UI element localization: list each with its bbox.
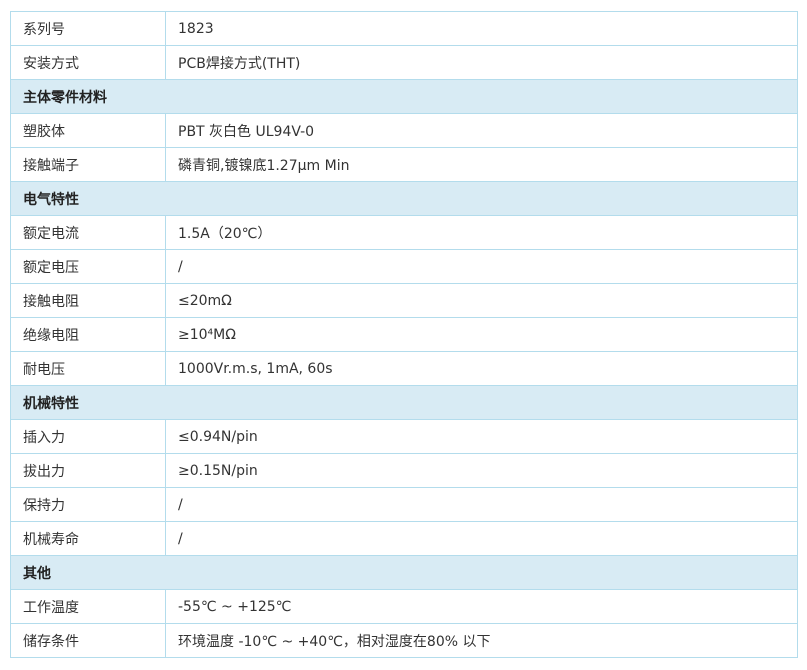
table-row: 接触电阻 ≤20mΩ xyxy=(10,283,798,318)
spec-label: 插入力 xyxy=(10,419,166,454)
spec-table-body: 系列号 1823 安装方式 PCB焊接方式(THT) 主体零件材料 塑胶体 PB… xyxy=(10,11,798,658)
section-title: 主体零件材料 xyxy=(10,79,798,114)
spec-label: 拔出力 xyxy=(10,453,166,488)
table-row: 保持力 / xyxy=(10,487,798,522)
spec-label: 塑胶体 xyxy=(10,113,166,148)
spec-label: 接触电阻 xyxy=(10,283,166,318)
table-row: 接触端子 磷青铜,镀镍底1.27μm Min xyxy=(10,147,798,182)
spec-value: / xyxy=(165,249,798,284)
table-row: 额定电流 1.5A（20℃） xyxy=(10,215,798,250)
section-header-row: 机械特性 xyxy=(10,385,798,420)
spec-value: PCB焊接方式(THT) xyxy=(165,45,798,80)
table-row: 拔出力 ≥0.15N/pin xyxy=(10,453,798,488)
spec-label: 额定电流 xyxy=(10,215,166,250)
spec-value: ≥0.15N/pin xyxy=(165,453,798,488)
section-title: 其他 xyxy=(10,555,798,590)
spec-value: ≥10⁴MΩ xyxy=(165,317,798,352)
spec-value: 1823 xyxy=(165,11,798,46)
spec-value: 1000Vr.m.s, 1mA, 60s xyxy=(165,351,798,386)
section-header-row: 其他 xyxy=(10,555,798,590)
spec-value: / xyxy=(165,521,798,556)
section-header-row: 电气特性 xyxy=(10,181,798,216)
section-title: 机械特性 xyxy=(10,385,798,420)
spec-label: 储存条件 xyxy=(10,623,166,658)
spec-label: 工作温度 xyxy=(10,589,166,624)
table-row: 绝缘电阻 ≥10⁴MΩ xyxy=(10,317,798,352)
table-row: 额定电压 / xyxy=(10,249,798,284)
spec-value: / xyxy=(165,487,798,522)
table-row: 工作温度 -55℃ ~ +125℃ xyxy=(10,589,798,624)
spec-label: 安装方式 xyxy=(10,45,166,80)
table-row: 耐电压 1000Vr.m.s, 1mA, 60s xyxy=(10,351,798,386)
spec-label: 保持力 xyxy=(10,487,166,522)
spec-value: 环境温度 -10℃ ~ +40℃，相对湿度在80% 以下 xyxy=(165,623,798,658)
spec-value: 1.5A（20℃） xyxy=(165,215,798,250)
spec-label: 耐电压 xyxy=(10,351,166,386)
spec-label: 绝缘电阻 xyxy=(10,317,166,352)
section-title: 电气特性 xyxy=(10,181,798,216)
spec-value: ≤20mΩ xyxy=(165,283,798,318)
table-row: 安装方式 PCB焊接方式(THT) xyxy=(10,45,798,80)
spec-label: 额定电压 xyxy=(10,249,166,284)
section-header-row: 主体零件材料 xyxy=(10,79,798,114)
table-row: 插入力 ≤0.94N/pin xyxy=(10,419,798,454)
spec-value: ≤0.94N/pin xyxy=(165,419,798,454)
spec-label: 机械寿命 xyxy=(10,521,166,556)
spec-label: 系列号 xyxy=(10,11,166,46)
spec-value: -55℃ ~ +125℃ xyxy=(165,589,798,624)
spec-label: 接触端子 xyxy=(10,147,166,182)
spec-table: 系列号 1823 安装方式 PCB焊接方式(THT) 主体零件材料 塑胶体 PB… xyxy=(10,11,798,658)
table-row: 系列号 1823 xyxy=(10,11,798,46)
table-row: 塑胶体 PBT 灰白色 UL94V-0 xyxy=(10,113,798,148)
table-row: 机械寿命 / xyxy=(10,521,798,556)
table-row: 储存条件 环境温度 -10℃ ~ +40℃，相对湿度在80% 以下 xyxy=(10,623,798,658)
spec-value: PBT 灰白色 UL94V-0 xyxy=(165,113,798,148)
spec-value: 磷青铜,镀镍底1.27μm Min xyxy=(165,147,798,182)
